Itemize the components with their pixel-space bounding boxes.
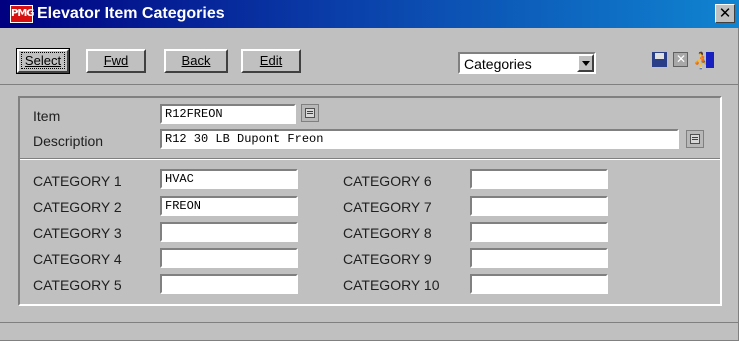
back-button-label: Back <box>181 53 211 68</box>
category-8-label: CATEGORY 8 <box>343 225 432 241</box>
back-button[interactable]: Back <box>164 49 228 73</box>
category-2-label: CATEGORY 2 <box>33 199 122 215</box>
title-bar[interactable]: PMG Elevator Item Categories ✕ <box>0 0 739 28</box>
category-1-label: CATEGORY 1 <box>33 173 122 189</box>
view-dropdown-value: Categories <box>464 56 532 72</box>
item-lookup-icon[interactable] <box>301 104 319 122</box>
category-9-label: CATEGORY 9 <box>343 251 432 267</box>
close-icon: ✕ <box>718 4 732 22</box>
item-field[interactable]: R12FREON <box>160 104 296 124</box>
app-window: PMG Elevator Item Categories ✕ Select Fw… <box>0 0 739 341</box>
category-4-label: CATEGORY 4 <box>33 251 122 267</box>
category-5-field[interactable] <box>160 274 298 294</box>
view-dropdown[interactable]: Categories <box>458 52 596 74</box>
toolbar-separator <box>0 84 739 85</box>
description-label: Description <box>33 133 104 149</box>
select-button[interactable]: Select <box>16 48 70 74</box>
description-lookup-icon[interactable] <box>686 130 704 148</box>
edit-button[interactable]: Edit <box>241 49 301 73</box>
edit-button-label: Edit <box>259 53 283 68</box>
chevron-down-icon[interactable] <box>577 54 594 72</box>
section-divider <box>20 158 720 160</box>
category-2-field[interactable]: FREON <box>160 196 298 216</box>
fwd-button[interactable]: Fwd <box>86 49 146 73</box>
status-separator <box>0 322 739 323</box>
category-1-field[interactable]: HVAC <box>160 169 298 189</box>
description-field[interactable]: R12 30 LB Dupont Freon <box>160 129 679 149</box>
app-logo: PMG <box>10 5 35 23</box>
select-button-label: Select <box>20 52 66 69</box>
category-10-field[interactable] <box>470 274 608 294</box>
door-icon <box>706 52 714 68</box>
exit-icon[interactable]: ⛹ <box>692 48 718 72</box>
item-label: Item <box>33 108 61 124</box>
save-icon[interactable] <box>650 48 670 72</box>
category-9-field[interactable] <box>470 248 608 268</box>
category-5-label: CATEGORY 5 <box>33 277 122 293</box>
category-3-label: CATEGORY 3 <box>33 225 122 241</box>
category-6-label: CATEGORY 6 <box>343 173 432 189</box>
category-4-field[interactable] <box>160 248 298 268</box>
window-title: Elevator Item Categories <box>37 5 225 22</box>
category-3-field[interactable] <box>160 222 298 242</box>
category-10-label: CATEGORY 10 <box>343 277 440 293</box>
close-button[interactable]: ✕ <box>715 4 735 23</box>
category-6-field[interactable] <box>470 169 608 189</box>
delete-icon[interactable] <box>671 48 691 72</box>
fwd-button-label: Fwd <box>103 53 129 68</box>
category-7-label: CATEGORY 7 <box>343 199 432 215</box>
category-8-field[interactable] <box>470 222 608 242</box>
category-7-field[interactable] <box>470 196 608 216</box>
